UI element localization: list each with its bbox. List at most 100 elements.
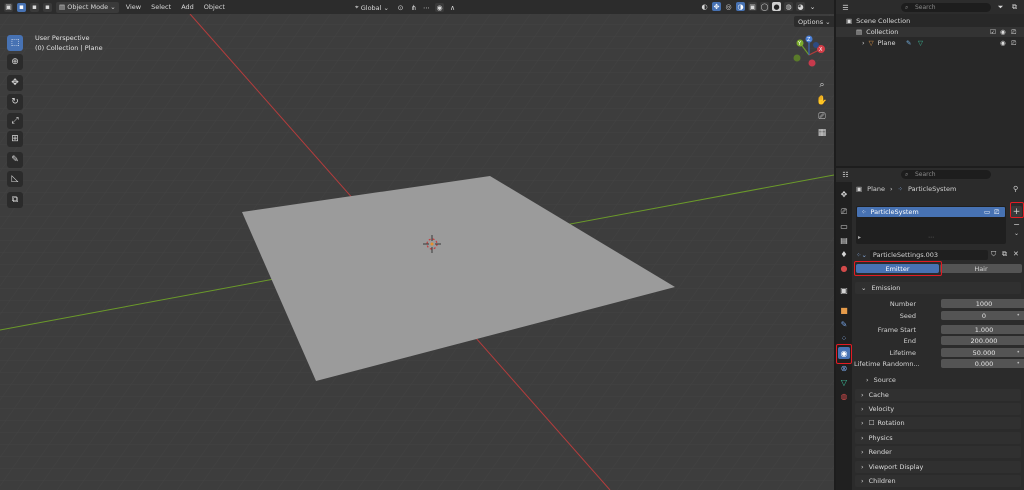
snap-target-icon[interactable]: ⋯ [422,3,431,12]
menu-add[interactable]: Add [178,2,197,13]
frame-start-field[interactable]: 1.000 [941,325,1024,334]
object-tab-icon[interactable]: ■ [838,304,850,316]
new-collection-icon[interactable]: ⧉ [1010,3,1019,12]
shading-solid-icon[interactable]: ● [772,2,781,11]
monitor-icon[interactable]: ▭ [984,208,990,216]
source-subpanel-header[interactable]: › Source [866,376,896,384]
filter-options-icon[interactable]: ▸ [858,234,861,241]
filter-icon[interactable]: ⏷ [996,3,1005,12]
proportional-edit-icon[interactable]: ◉ [435,3,444,12]
lifetime-randomness-field[interactable]: 0.000 [941,359,1024,368]
plane-row[interactable]: › ▽ Plane ✎ ▽ ◉ ⎚ [836,38,1024,48]
shading-dropdown-icon[interactable]: ⌄ [808,2,817,11]
world-tab-icon[interactable]: ● [838,262,850,274]
viewport-scene[interactable] [0,0,834,490]
collection-row[interactable]: ▤ Collection ☑ ◉ ⎚ [836,27,1024,37]
mode-dropdown[interactable]: ▤ Object Mode ⌄ [56,1,119,13]
tool-tab-icon[interactable]: ✥ [838,188,850,200]
visibility-icon[interactable]: ◐ [700,2,709,11]
3d-viewport[interactable]: ▣ ▪ ▪ ▪ ▤ Object Mode ⌄ View Select Add … [0,0,834,490]
keyframe-icon[interactable]: • [1016,360,1020,367]
select-mode-new-icon[interactable]: ▪ [17,2,26,12]
checkbox-icon[interactable]: ☑ [990,28,996,36]
keyframe-icon[interactable]: • [1016,349,1020,356]
menu-object[interactable]: Object [201,2,228,13]
scene-collection-row[interactable]: ▣ Scene Collection [836,16,1024,26]
shading-rendered-icon[interactable]: ◕ [796,2,805,11]
select-mode-extend-icon[interactable]: ▪ [30,2,39,12]
list-menu-icon[interactable]: ⌄ [1011,230,1022,239]
checkbox-icon[interactable]: ☐ [869,419,875,427]
modifier-tab-icon[interactable]: ✎ [838,318,850,330]
gizmo-toggle-icon[interactable]: ✥ [712,2,721,11]
number-field[interactable]: 1000 [941,299,1024,308]
emission-panel-header[interactable]: ⌄ Emission [855,282,1021,294]
particle-system-item[interactable]: ⁘ ParticleSystem ▭ ⎚ [857,207,1005,217]
particle-settings-field[interactable]: ⁘⌄ ParticleSettings.003 [856,250,988,260]
material-tab-icon[interactable]: ◍ [838,390,850,402]
editor-type-icon[interactable]: ▣ [4,2,13,12]
properties-search-input[interactable]: ⌕ Search [901,170,991,179]
keyframe-icon[interactable]: • [1016,312,1020,319]
camera-icon[interactable]: ⎚ [1011,28,1016,37]
shading-material-icon[interactable]: ◍ [784,2,793,11]
outliner-search-input[interactable]: ⌕ Search [901,3,991,12]
render-panel-header[interactable]: › Render [855,446,1021,458]
snap-icon[interactable]: ⋔ [409,3,418,12]
properties-editor-icon[interactable]: ☷ [841,170,850,179]
move-icon[interactable]: ✥ [7,75,23,91]
shading-wireframe-icon[interactable]: ◯ [760,2,769,11]
lifetime-field[interactable]: 50.000 [941,348,1024,357]
hair-tab[interactable]: Hair [940,264,1022,273]
children-panel-header[interactable]: › Children [855,475,1021,487]
eye-icon[interactable]: ◉ [1000,39,1006,47]
perspective-toggle-icon[interactable]: ▦ [815,126,829,140]
menu-select[interactable]: Select [148,2,174,13]
velocity-panel-header[interactable]: › Velocity [855,403,1021,415]
fake-user-icon[interactable]: ⛉ [991,250,996,259]
falloff-icon[interactable]: ∧ [448,3,457,12]
eye-icon[interactable]: ◉ [1000,28,1006,36]
add-cube-icon[interactable]: ⧉ [7,192,23,208]
pin-icon[interactable]: ⚲ [1013,185,1018,193]
camera-view-icon[interactable]: ⎚ [815,110,829,124]
cache-panel-header[interactable]: › Cache [855,389,1021,401]
pivot-icon[interactable]: ⊙ [396,3,405,12]
overlay-toggle-icon[interactable]: ◑ [736,2,745,11]
expand-arrow-icon[interactable]: › [862,39,865,47]
orientation-dropdown[interactable]: ⌖ Global ⌄ [352,2,392,13]
seed-field[interactable]: 0 [941,311,1024,320]
resize-handle-icon[interactable]: ⋯ [928,234,934,241]
viewport-display-panel-header[interactable]: › Viewport Display [855,461,1021,473]
select-mode-subtract-icon[interactable]: ▪ [43,2,52,12]
particles-tab-icon[interactable]: ⁘ [838,332,850,344]
duplicate-icon[interactable]: ⧉ [1002,250,1007,259]
unlink-icon[interactable]: ✕ [1013,250,1019,258]
select-box-icon[interactable]: ⬚ [7,35,23,51]
camera-icon[interactable]: ⎚ [1011,39,1016,48]
physics-panel-header[interactable]: › Physics [855,432,1021,444]
render-tab-icon[interactable]: ⎚ [838,206,850,218]
end-field[interactable]: 200.000 [941,336,1024,345]
particle-system-list[interactable]: ⁘ ParticleSystem ▭ ⎚ ▸ ⋯ [856,206,1006,244]
remove-particle-system-icon[interactable]: − [1011,220,1022,229]
options-button[interactable]: Options ⌄ [794,16,834,27]
scale-icon[interactable]: ⤢ [7,113,23,129]
scene-tab-icon[interactable]: ♦ [838,248,850,260]
camera-icon[interactable]: ⎚ [994,208,999,217]
zoom-icon[interactable]: ⌕ [815,78,829,92]
collection-tab-icon[interactable]: ▣ [838,284,850,296]
view-layer-tab-icon[interactable]: ▤ [838,234,850,246]
rotate-icon[interactable]: ↻ [7,94,23,110]
data-tab-icon[interactable]: ▽ [838,376,850,388]
transform-icon[interactable]: ⊞ [7,131,23,147]
menu-view[interactable]: View [123,2,144,13]
annotate-icon[interactable]: ✎ [7,152,23,168]
xray-icon[interactable]: ▣ [748,2,757,11]
navigation-gizmo[interactable]: X Y Z [788,34,830,76]
measure-icon[interactable]: ◺ [7,171,23,187]
rotation-panel-header[interactable]: › ☐ Rotation [855,417,1021,429]
pan-hand-icon[interactable]: ✋ [815,94,829,108]
cursor-icon[interactable]: ⊕ [7,54,23,70]
overlay-icon[interactable]: ◎ [724,2,733,11]
